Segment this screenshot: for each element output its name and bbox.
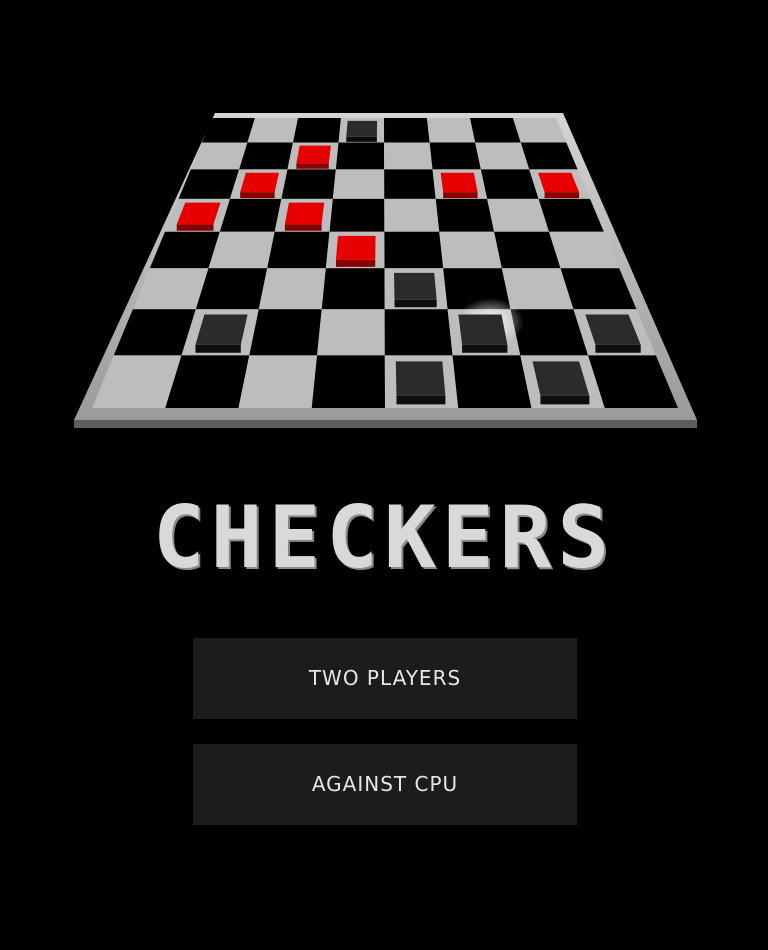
checker-piece-top: [346, 120, 378, 137]
light-square: [317, 309, 385, 356]
board-squares: [92, 118, 678, 408]
board-frame-side: [74, 420, 697, 428]
checker-piece-side: [396, 395, 446, 405]
light-square: [190, 142, 248, 170]
dark-square[interactable]: [480, 169, 539, 199]
dark-square[interactable]: [201, 118, 255, 143]
light-square: [439, 231, 502, 269]
dark-square[interactable]: [452, 355, 532, 408]
checker-piece-side: [335, 259, 376, 267]
game-board[interactable]: [0, 0, 768, 450]
red-checker-piece[interactable]: [335, 235, 376, 267]
checker-piece-top: [240, 172, 279, 193]
checker-piece-top: [440, 172, 478, 193]
dark-square[interactable]: [311, 355, 385, 408]
red-checker-piece[interactable]: [240, 172, 279, 199]
black-checker-piece[interactable]: [195, 314, 248, 353]
checker-piece-top: [195, 314, 248, 345]
checker-piece-side: [544, 192, 580, 199]
dark-square[interactable]: [281, 169, 336, 199]
checker-piece-top: [395, 361, 446, 396]
dark-square[interactable]: [321, 268, 385, 310]
dark-square[interactable]: [239, 142, 293, 170]
dark-square[interactable]: [329, 198, 385, 232]
checker-piece-side: [346, 136, 377, 142]
dark-square[interactable]: [384, 231, 444, 269]
dark-square[interactable]: [435, 198, 495, 232]
checker-piece-side: [443, 192, 478, 199]
black-checker-piece[interactable]: [346, 120, 378, 142]
against-cpu-button[interactable]: AGAINST CPU: [193, 744, 577, 825]
checker-piece-side: [240, 192, 275, 199]
two-players-button[interactable]: TWO PLAYERS: [193, 638, 577, 719]
dark-square[interactable]: [335, 142, 385, 170]
checker-piece-side: [394, 299, 437, 308]
checker-piece-side: [296, 163, 329, 169]
checker-piece-side: [195, 344, 241, 353]
red-checker-piece[interactable]: [284, 202, 325, 231]
dark-square[interactable]: [494, 231, 561, 269]
light-square: [247, 118, 298, 143]
light-square: [332, 169, 385, 199]
dark-square[interactable]: [249, 309, 322, 356]
dark-square[interactable]: [384, 118, 430, 143]
game-title: CHECKERS: [152, 488, 616, 588]
checker-piece-top: [458, 314, 508, 345]
dark-square[interactable]: [470, 118, 521, 143]
light-square: [427, 118, 476, 143]
dark-square[interactable]: [384, 309, 453, 356]
checker-piece-top: [335, 235, 376, 260]
black-checker-piece[interactable]: [458, 314, 508, 353]
checker-piece-side: [595, 344, 641, 353]
light-square: [258, 268, 326, 310]
black-checker-piece[interactable]: [532, 361, 590, 405]
dark-square[interactable]: [384, 169, 436, 199]
checker-piece-side: [540, 395, 590, 405]
checker-piece-side: [176, 224, 214, 231]
black-checker-piece[interactable]: [393, 272, 437, 308]
dark-square[interactable]: [292, 118, 341, 143]
checker-piece-side: [284, 224, 322, 231]
dark-square[interactable]: [219, 198, 282, 232]
light-square: [384, 198, 440, 232]
checker-piece-top: [284, 202, 325, 225]
light-square: [384, 142, 433, 170]
black-checker-piece[interactable]: [395, 361, 446, 405]
light-square: [475, 142, 530, 170]
dark-square[interactable]: [267, 231, 330, 269]
checker-piece-side: [462, 344, 508, 353]
light-square: [487, 198, 549, 232]
light-square: [238, 355, 318, 408]
checker-piece-top: [296, 145, 331, 164]
light-square: [208, 231, 275, 269]
red-checker-piece[interactable]: [440, 172, 478, 199]
dark-square[interactable]: [429, 142, 481, 170]
checker-piece-top: [393, 272, 437, 300]
red-checker-piece[interactable]: [296, 145, 331, 169]
